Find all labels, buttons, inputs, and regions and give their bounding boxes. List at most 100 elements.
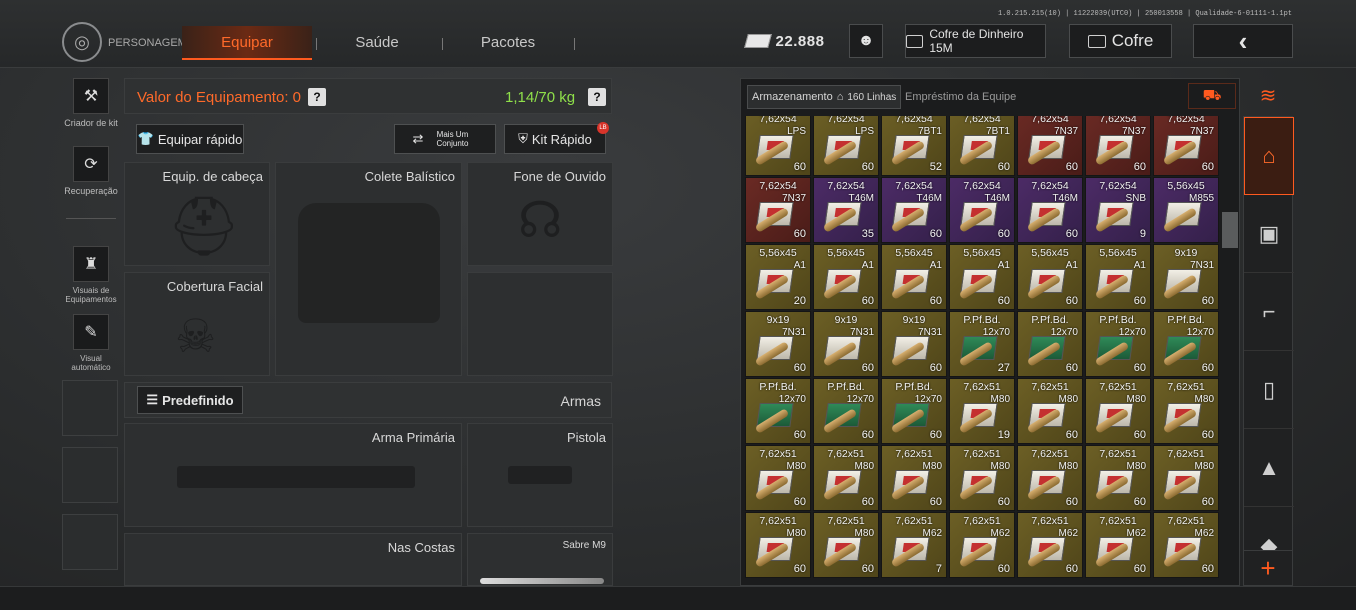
inventory-item[interactable]: P.Pf.Bd. 12x70 27 <box>949 311 1015 377</box>
inventory-item[interactable]: 7,62x54 T46M 60 <box>1017 177 1083 243</box>
more-set-button[interactable]: ⇄ Mais Um Conjunto <box>394 124 496 154</box>
inventory-item[interactable]: 9x19 7N31 60 <box>813 311 879 377</box>
tab-saude[interactable]: Saúde <box>332 26 422 60</box>
tab-equipar[interactable]: Equipar <box>182 26 312 60</box>
inventory-item[interactable]: 7,62x51 M62 60 <box>949 512 1015 578</box>
inventory-item[interactable]: 7,62x51 M80 60 <box>881 445 947 511</box>
help-icon[interactable]: ? <box>588 88 606 106</box>
inventory-item[interactable]: 9x19 7N31 60 <box>881 311 947 377</box>
profile-label[interactable]: PERSONAGEM <box>108 37 187 49</box>
cart-icon[interactable]: ⛟ <box>1188 83 1236 109</box>
inventory-item[interactable]: 7,62x51 M62 60 <box>1017 512 1083 578</box>
inventory-item[interactable]: P.Pf.Bd. 12x70 60 <box>813 378 879 444</box>
item-type: 12x70 <box>778 394 806 405</box>
item-type: LPS <box>787 126 806 137</box>
inventory-item[interactable]: 5,56x45 M855 <box>1153 177 1219 243</box>
inventory-item[interactable]: 7,62x51 M62 60 <box>1153 512 1219 578</box>
profile-logo-icon[interactable]: ◎ <box>62 22 102 62</box>
home-icon[interactable]: ⌂ <box>1244 117 1294 195</box>
preset-button[interactable]: ☰ Predefinido <box>137 386 243 414</box>
money-safe-button[interactable]: Cofre de Dinheiro 15M <box>905 24 1046 58</box>
add-button[interactable]: + <box>1243 550 1293 586</box>
slot-head[interactable]: Equip. de cabeça ⛑ <box>124 162 270 266</box>
slot-headset[interactable]: Fone de Ouvido ☊ <box>467 162 613 266</box>
inventory-item[interactable]: 7,62x54 7N37 60 <box>1153 116 1219 176</box>
vest-icon[interactable]: ▣ <box>1244 195 1294 273</box>
inventory-item[interactable]: P.Pf.Bd. 12x70 60 <box>1153 311 1219 377</box>
inventory-item[interactable]: P.Pf.Bd. 12x70 60 <box>1017 311 1083 377</box>
sidebar-item-kit-creator[interactable]: ⚒ Criador de kit <box>62 78 120 128</box>
item-caliber: 7,62x54 <box>895 116 933 125</box>
inventory-item[interactable]: 7,62x51 M62 60 <box>1085 512 1151 578</box>
inventory-item[interactable]: 7,62x54 T46M 60 <box>881 177 947 243</box>
vault-button[interactable]: Cofre <box>1069 24 1172 58</box>
slot-extra[interactable] <box>467 272 613 376</box>
slot-melee[interactable]: Sabre M9 <box>467 533 613 586</box>
sidebar-item-auto-visual[interactable]: ✎ Visual automático <box>62 314 120 372</box>
sidebar-item-gear-visuals[interactable]: ♜ Visuais de Equipamentos <box>62 246 120 304</box>
ammo-icon[interactable]: ▲ <box>1244 429 1294 507</box>
inventory-item[interactable]: P.Pf.Bd. 12x70 60 <box>1085 311 1151 377</box>
inventory-item[interactable]: 9x19 7N31 60 <box>1153 244 1219 310</box>
inventory-item[interactable]: 7,62x51 M80 60 <box>745 445 811 511</box>
slot-vest[interactable]: Colete Balístico <box>275 162 462 376</box>
quick-equip-button[interactable]: 👕 Equipar rápido <box>136 124 244 154</box>
inventory-item[interactable]: 9x19 7N31 60 <box>745 311 811 377</box>
empty-slot[interactable] <box>62 447 118 503</box>
back-button[interactable]: ‹ <box>1193 24 1293 58</box>
inventory-item[interactable]: 7,62x51 M62 7 <box>881 512 947 578</box>
inventory-item[interactable]: 7,62x51 M80 60 <box>813 445 879 511</box>
inventory-item[interactable]: 5,56x45 A1 60 <box>1085 244 1151 310</box>
tab-pacotes[interactable]: Pacotes <box>458 26 558 60</box>
item-type: 7N31 <box>782 327 806 338</box>
tab-storage[interactable]: Armazenamento ⌂ 160 Linhas <box>747 85 901 109</box>
inventory-item[interactable]: 7,62x51 M80 60 <box>1085 378 1151 444</box>
inventory-item[interactable]: 7,62x54 7N37 60 <box>745 177 811 243</box>
inventory-item[interactable]: 7,62x51 M80 60 <box>1085 445 1151 511</box>
inventory-item[interactable]: 7,62x54 7BT1 52 <box>881 116 947 176</box>
inventory-item[interactable]: 7,62x54 T46M 60 <box>949 177 1015 243</box>
tab-team-loan[interactable]: Empréstimo da Equipe <box>905 85 1016 109</box>
inventory-item[interactable]: 5,56x45 A1 60 <box>813 244 879 310</box>
inventory-item[interactable]: 7,62x54 T46M 35 <box>813 177 879 243</box>
empty-slot[interactable] <box>62 380 118 436</box>
slot-face[interactable]: Cobertura Facial ☠ <box>124 272 270 376</box>
operator-button[interactable]: ☻ <box>849 24 883 58</box>
inventory-item[interactable]: 7,62x54 SNB 9 <box>1085 177 1151 243</box>
inventory-item[interactable]: P.Pf.Bd. 12x70 60 <box>881 378 947 444</box>
sidebar-item-recovery[interactable]: ⟳ Recuperação <box>62 146 120 196</box>
quick-equip-label: Equipar rápido <box>157 131 243 147</box>
item-quantity: 60 <box>861 362 874 374</box>
slot-back[interactable]: Nas Costas <box>124 533 462 586</box>
inventory-item[interactable]: 7,62x51 M80 60 <box>1017 445 1083 511</box>
inventory-item[interactable]: 7,62x54 LPS 60 <box>745 116 811 176</box>
inventory-item[interactable]: 5,56x45 A1 20 <box>745 244 811 310</box>
scrollbar[interactable] <box>1222 212 1238 248</box>
inventory-item[interactable]: P.Pf.Bd. 12x70 60 <box>745 378 811 444</box>
inventory-item[interactable]: 7,62x54 7N37 60 <box>1085 116 1151 176</box>
rifle-icon[interactable]: ⌐ <box>1244 273 1294 351</box>
empty-slot[interactable] <box>62 514 118 570</box>
inventory-item[interactable]: 7,62x51 M80 60 <box>813 512 879 578</box>
inventory-item[interactable]: 5,56x45 A1 60 <box>949 244 1015 310</box>
inventory-item[interactable]: 7,62x51 M80 19 <box>949 378 1015 444</box>
inventory-item[interactable]: 7,62x51 M80 60 <box>949 445 1015 511</box>
inventory-item[interactable]: 7,62x54 7N37 60 <box>1017 116 1083 176</box>
slot-primary-weapon[interactable]: Arma Primária <box>124 423 462 527</box>
inventory-item[interactable]: 7,62x51 M80 60 <box>1153 378 1219 444</box>
magazine-icon[interactable]: ▯ <box>1244 351 1294 429</box>
quick-kit-button[interactable]: ⛨ Kit Rápido <box>504 124 606 154</box>
inventory-item[interactable]: 7,62x54 7BT1 60 <box>949 116 1015 176</box>
item-quantity: 60 <box>1065 228 1078 240</box>
inventory-item[interactable]: 7,62x51 M80 60 <box>1017 378 1083 444</box>
inventory-item[interactable]: 7,62x54 LPS 60 <box>813 116 879 176</box>
inventory-item[interactable]: 5,56x45 A1 60 <box>881 244 947 310</box>
inventory-item[interactable]: 7,62x51 M80 60 <box>1153 445 1219 511</box>
inventory-item[interactable]: 5,56x45 A1 60 <box>1017 244 1083 310</box>
layers-icon[interactable]: ≋ <box>1243 78 1293 114</box>
help-icon[interactable]: ? <box>308 88 326 106</box>
item-type: 12x70 <box>846 394 874 405</box>
inventory-item[interactable]: 7,62x51 M80 60 <box>745 512 811 578</box>
slot-label: Pistola <box>566 430 606 445</box>
slot-pistol[interactable]: Pistola <box>467 423 613 527</box>
